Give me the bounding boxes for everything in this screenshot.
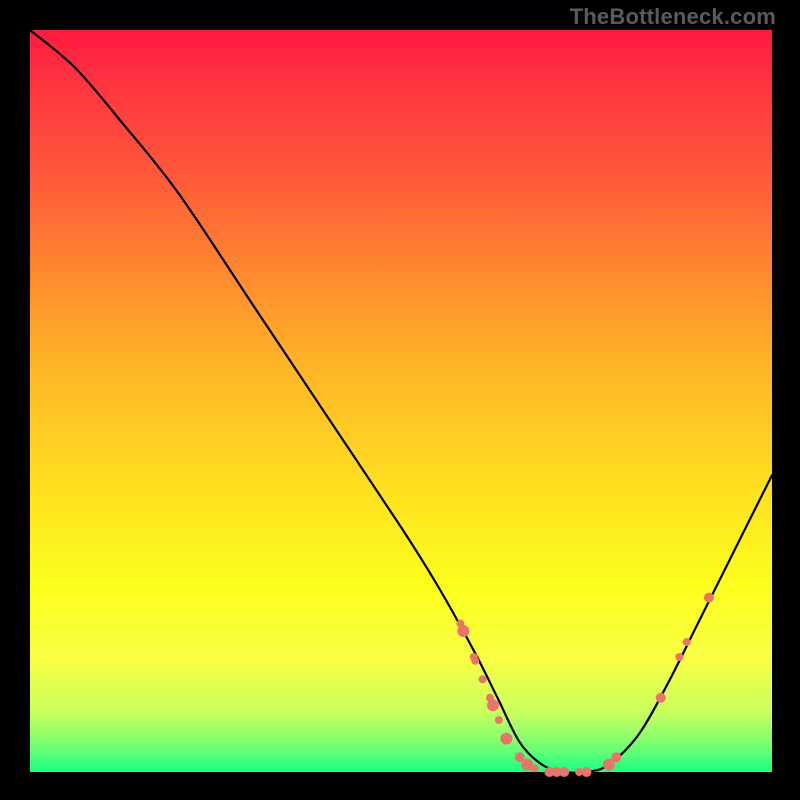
curve-marker [471, 657, 479, 665]
watermark-text: TheBottleneck.com [570, 4, 776, 30]
curve-marker [500, 733, 512, 745]
bottleneck-curve-svg [30, 30, 772, 772]
curve-marker [675, 653, 683, 661]
curve-markers-group [456, 593, 714, 777]
bottleneck-curve [30, 30, 772, 773]
curve-marker [457, 625, 469, 637]
curve-marker [656, 693, 666, 703]
plot-area [30, 30, 772, 772]
curve-marker [495, 716, 503, 724]
curve-marker [704, 593, 714, 603]
curve-marker [487, 699, 499, 711]
curve-marker [479, 675, 487, 683]
curve-marker [582, 767, 592, 777]
curve-marker [531, 764, 539, 772]
curve-marker [559, 767, 569, 777]
chart-container: TheBottleneck.com [0, 0, 800, 800]
curve-marker [683, 638, 691, 646]
curve-marker [611, 752, 621, 762]
